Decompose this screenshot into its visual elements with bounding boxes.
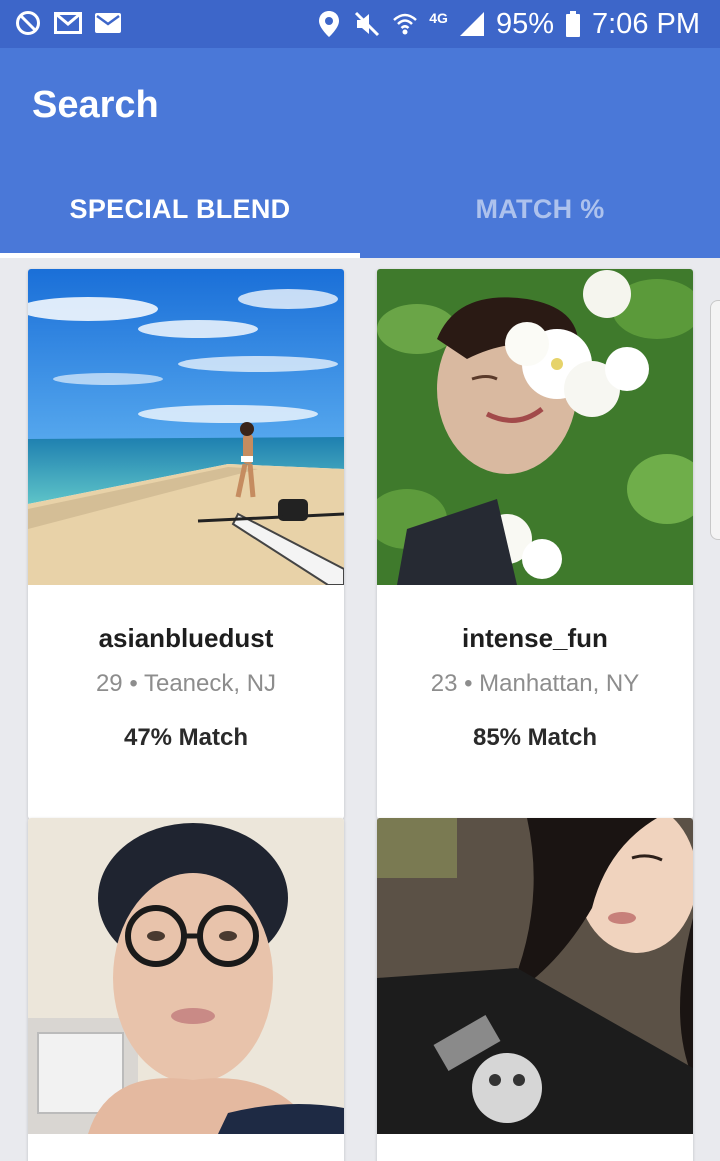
separator: •: [129, 670, 138, 697]
location-icon: [315, 10, 343, 38]
battery-percent: 95%: [495, 8, 554, 40]
separator: •: [464, 670, 473, 697]
network-type: 4G: [429, 10, 448, 26]
match-percent: 47% Match: [123, 724, 249, 751]
dark-hair-selfie-photo[interactable]: [377, 818, 693, 1134]
username: asianbluedust: [98, 623, 274, 653]
mute-icon: [353, 10, 381, 38]
tab-match-percent[interactable]: MATCH %: [360, 160, 720, 258]
app-bar: Search SPECIAL BLEND MATCH %: [0, 48, 720, 258]
tab-label: SPECIAL BLEND: [69, 193, 291, 224]
age-location: 23 • Manhattan, NY: [377, 670, 693, 698]
age-location: 29 • Teaneck, NJ: [28, 670, 344, 698]
profile-card[interactable]: [377, 818, 693, 1161]
signal-icon: [458, 10, 486, 38]
flowers-face-photo[interactable]: [377, 269, 693, 585]
glasses-portrait-photo[interactable]: [28, 818, 344, 1134]
page-title: Search: [32, 84, 159, 126]
location: Teaneck, NJ: [143, 670, 277, 697]
age: 29: [95, 670, 123, 697]
status-bar: 4G 95% 7:06 PM: [0, 0, 720, 48]
location: Manhattan, NY: [479, 670, 640, 697]
wifi-icon: [391, 10, 419, 38]
scroll-handle[interactable]: [710, 300, 720, 540]
battery-icon: [564, 10, 582, 38]
username: intense_fun: [462, 623, 608, 653]
email-icon: [94, 9, 122, 37]
clock: 7:06 PM: [592, 8, 700, 40]
tab-label: MATCH %: [475, 193, 605, 224]
beach-kayak-photo[interactable]: [28, 269, 344, 585]
match-percent: 85% Match: [472, 724, 598, 751]
profile-grid: asianbluedust 29 • Teaneck, NJ 47% Match: [0, 258, 720, 1161]
gmail-icon: [54, 9, 82, 37]
age: 23: [430, 670, 458, 697]
tab-bar: SPECIAL BLEND MATCH %: [0, 160, 720, 258]
profile-card[interactable]: intense_fun 23 • Manhattan, NY 85% Match: [377, 269, 693, 819]
profile-card[interactable]: asianbluedust 29 • Teaneck, NJ 47% Match: [28, 269, 344, 819]
tab-special-blend[interactable]: SPECIAL BLEND: [0, 160, 360, 258]
profile-card[interactable]: [28, 818, 344, 1161]
do-not-disturb-icon: [14, 9, 42, 37]
